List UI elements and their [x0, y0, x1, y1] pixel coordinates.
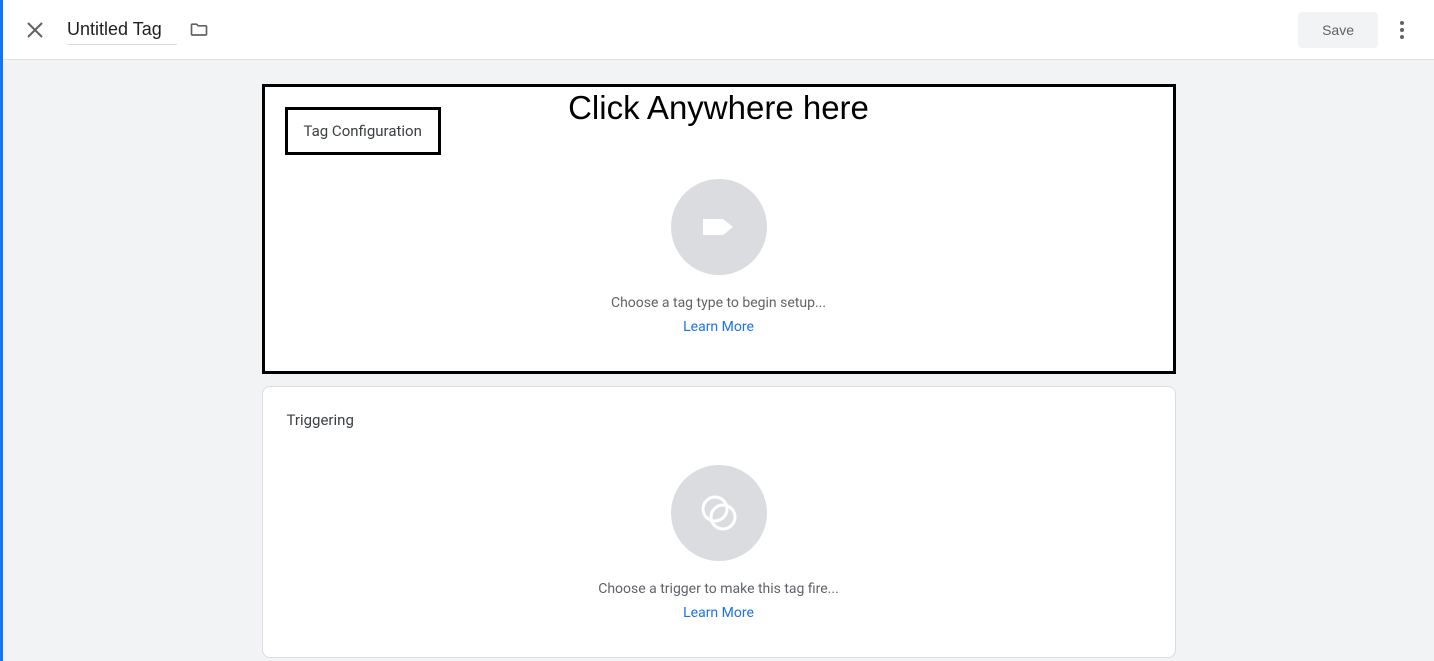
tag-configuration-title: Tag Configuration	[285, 107, 441, 155]
tag-configuration-learn-more-link[interactable]: Learn More	[683, 319, 754, 335]
triggering-hint: Choose a trigger to make this tag fire..…	[598, 581, 839, 597]
folder-icon[interactable]	[189, 20, 209, 40]
triggering-learn-more-link[interactable]: Learn More	[683, 605, 754, 621]
tag-title-input[interactable]	[67, 15, 177, 45]
tag-configuration-hint: Choose a tag type to begin setup...	[611, 295, 826, 311]
header-bar: Save	[3, 0, 1434, 60]
trigger-icon	[671, 465, 767, 561]
tag-icon	[671, 179, 767, 275]
content-area: Tag Configuration Click Anywhere here Ch…	[3, 60, 1434, 661]
triggering-card[interactable]: Triggering Choose a trigger to make this…	[262, 386, 1176, 658]
tag-configuration-card[interactable]: Tag Configuration Click Anywhere here Ch…	[262, 84, 1176, 374]
more-vert-icon[interactable]	[1390, 18, 1414, 42]
save-button[interactable]: Save	[1298, 12, 1378, 48]
close-icon[interactable]	[23, 18, 47, 42]
triggering-title: Triggering	[287, 411, 1151, 429]
instructional-annotation: Click Anywhere here	[568, 89, 869, 127]
tag-configuration-body: Choose a tag type to begin setup... Lear…	[289, 179, 1149, 335]
triggering-body: Choose a trigger to make this tag fire..…	[287, 465, 1151, 621]
